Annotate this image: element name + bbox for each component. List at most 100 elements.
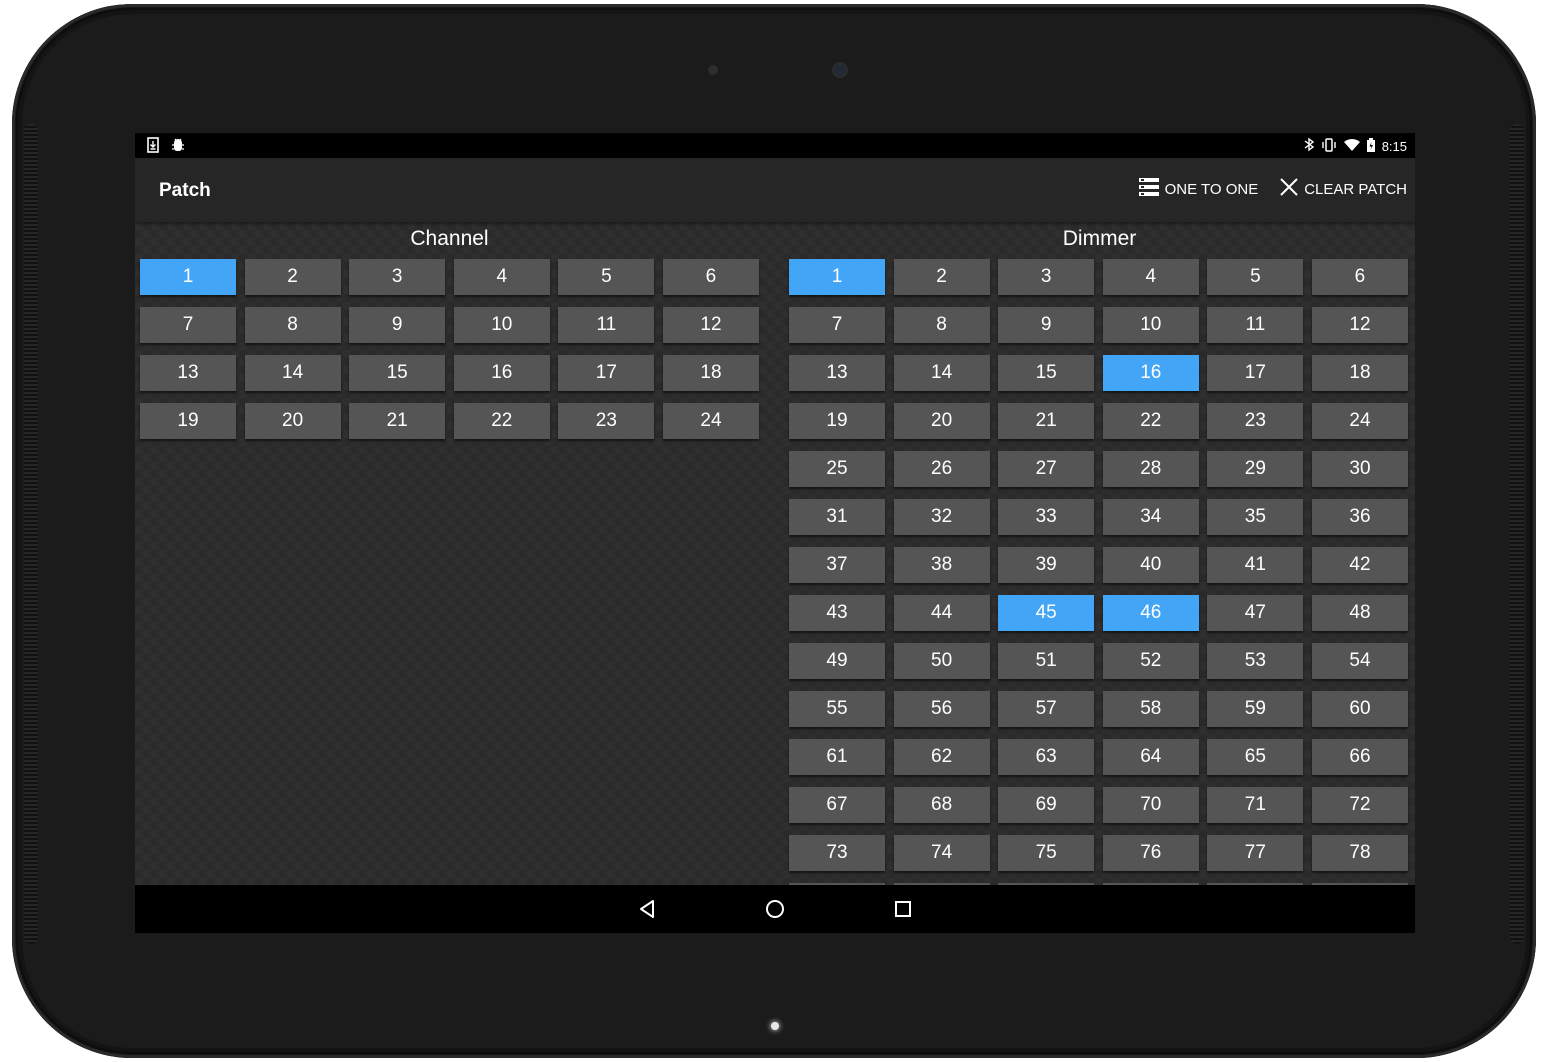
dimmer-button-53[interactable]: 53 bbox=[1207, 643, 1304, 679]
dimmer-button-43[interactable]: 43 bbox=[789, 595, 885, 631]
one-to-one-button[interactable]: ONE TO ONE bbox=[1138, 178, 1258, 200]
dimmer-button-6[interactable]: 6 bbox=[1311, 259, 1408, 295]
dimmer-button-40[interactable]: 40 bbox=[1102, 547, 1199, 583]
dimmer-button-3[interactable]: 3 bbox=[998, 259, 1095, 295]
dimmer-button-33[interactable]: 33 bbox=[998, 499, 1095, 535]
dimmer-button-41[interactable]: 41 bbox=[1207, 547, 1304, 583]
channel-button-12[interactable]: 12 bbox=[662, 307, 759, 343]
dimmer-button-75[interactable]: 75 bbox=[998, 835, 1095, 871]
dimmer-button-29[interactable]: 29 bbox=[1207, 451, 1304, 487]
dimmer-button-13[interactable]: 13 bbox=[789, 355, 885, 391]
dimmer-button-57[interactable]: 57 bbox=[998, 691, 1095, 727]
dimmer-button-22[interactable]: 22 bbox=[1102, 403, 1199, 439]
channel-button-11[interactable]: 11 bbox=[558, 307, 655, 343]
dimmer-button-52[interactable]: 52 bbox=[1102, 643, 1199, 679]
dimmer-button-55[interactable]: 55 bbox=[789, 691, 885, 727]
home-button[interactable] bbox=[763, 897, 787, 921]
dimmer-button-46[interactable]: 46 bbox=[1102, 595, 1199, 631]
dimmer-button-14[interactable]: 14 bbox=[893, 355, 990, 391]
dimmer-button-62[interactable]: 62 bbox=[893, 739, 990, 775]
channel-button-15[interactable]: 15 bbox=[349, 355, 446, 391]
dimmer-button-11[interactable]: 11 bbox=[1207, 307, 1304, 343]
channel-button-2[interactable]: 2 bbox=[244, 259, 341, 295]
clear-patch-button[interactable]: CLEAR PATCH bbox=[1280, 178, 1407, 200]
dimmer-button-21[interactable]: 21 bbox=[998, 403, 1095, 439]
dimmer-button-9[interactable]: 9 bbox=[998, 307, 1095, 343]
dimmer-button-49[interactable]: 49 bbox=[789, 643, 885, 679]
dimmer-button-48[interactable]: 48 bbox=[1311, 595, 1408, 631]
channel-button-14[interactable]: 14 bbox=[244, 355, 341, 391]
channel-button-21[interactable]: 21 bbox=[349, 403, 446, 439]
channel-button-3[interactable]: 3 bbox=[349, 259, 446, 295]
channel-button-23[interactable]: 23 bbox=[558, 403, 655, 439]
dimmer-button-65[interactable]: 65 bbox=[1207, 739, 1304, 775]
dimmer-button-18[interactable]: 18 bbox=[1311, 355, 1408, 391]
dimmer-button-16[interactable]: 16 bbox=[1102, 355, 1199, 391]
dimmer-button-56[interactable]: 56 bbox=[893, 691, 990, 727]
dimmer-button-78[interactable]: 78 bbox=[1311, 835, 1408, 871]
channel-button-1[interactable]: 1 bbox=[140, 259, 236, 295]
dimmer-button-68[interactable]: 68 bbox=[893, 787, 990, 823]
dimmer-button-60[interactable]: 60 bbox=[1311, 691, 1408, 727]
channel-button-13[interactable]: 13 bbox=[140, 355, 236, 391]
channel-button-5[interactable]: 5 bbox=[558, 259, 655, 295]
dimmer-button-50[interactable]: 50 bbox=[893, 643, 990, 679]
dimmer-button-34[interactable]: 34 bbox=[1102, 499, 1199, 535]
dimmer-button-26[interactable]: 26 bbox=[893, 451, 990, 487]
dimmer-button-44[interactable]: 44 bbox=[893, 595, 990, 631]
channel-button-16[interactable]: 16 bbox=[453, 355, 550, 391]
dimmer-button-69[interactable]: 69 bbox=[998, 787, 1095, 823]
dimmer-button-32[interactable]: 32 bbox=[893, 499, 990, 535]
channel-button-7[interactable]: 7 bbox=[140, 307, 236, 343]
dimmer-button-76[interactable]: 76 bbox=[1102, 835, 1199, 871]
channel-button-17[interactable]: 17 bbox=[558, 355, 655, 391]
dimmer-button-36[interactable]: 36 bbox=[1311, 499, 1408, 535]
dimmer-button-15[interactable]: 15 bbox=[998, 355, 1095, 391]
dimmer-button-4[interactable]: 4 bbox=[1102, 259, 1199, 295]
dimmer-button-23[interactable]: 23 bbox=[1207, 403, 1304, 439]
recents-button[interactable] bbox=[891, 897, 915, 921]
dimmer-button-63[interactable]: 63 bbox=[998, 739, 1095, 775]
dimmer-button-12[interactable]: 12 bbox=[1311, 307, 1408, 343]
back-button[interactable] bbox=[635, 897, 659, 921]
dimmer-button-66[interactable]: 66 bbox=[1311, 739, 1408, 775]
channel-button-6[interactable]: 6 bbox=[662, 259, 759, 295]
dimmer-button-5[interactable]: 5 bbox=[1207, 259, 1304, 295]
dimmer-button-8[interactable]: 8 bbox=[893, 307, 990, 343]
dimmer-button-73[interactable]: 73 bbox=[789, 835, 885, 871]
channel-button-9[interactable]: 9 bbox=[349, 307, 446, 343]
dimmer-button-37[interactable]: 37 bbox=[789, 547, 885, 583]
dimmer-button-61[interactable]: 61 bbox=[789, 739, 885, 775]
dimmer-button-47[interactable]: 47 bbox=[1207, 595, 1304, 631]
dimmer-button-39[interactable]: 39 bbox=[998, 547, 1095, 583]
channel-button-22[interactable]: 22 bbox=[453, 403, 550, 439]
dimmer-button-77[interactable]: 77 bbox=[1207, 835, 1304, 871]
dimmer-button-30[interactable]: 30 bbox=[1311, 451, 1408, 487]
dimmer-button-27[interactable]: 27 bbox=[998, 451, 1095, 487]
channel-button-24[interactable]: 24 bbox=[662, 403, 759, 439]
dimmer-button-45[interactable]: 45 bbox=[998, 595, 1095, 631]
dimmer-button-20[interactable]: 20 bbox=[893, 403, 990, 439]
dimmer-button-74[interactable]: 74 bbox=[893, 835, 990, 871]
dimmer-button-31[interactable]: 31 bbox=[789, 499, 885, 535]
channel-button-19[interactable]: 19 bbox=[140, 403, 236, 439]
dimmer-button-59[interactable]: 59 bbox=[1207, 691, 1304, 727]
dimmer-button-42[interactable]: 42 bbox=[1311, 547, 1408, 583]
dimmer-button-38[interactable]: 38 bbox=[893, 547, 990, 583]
dimmer-button-7[interactable]: 7 bbox=[789, 307, 885, 343]
channel-button-8[interactable]: 8 bbox=[244, 307, 341, 343]
channel-button-18[interactable]: 18 bbox=[662, 355, 759, 391]
dimmer-button-71[interactable]: 71 bbox=[1207, 787, 1304, 823]
dimmer-button-51[interactable]: 51 bbox=[998, 643, 1095, 679]
dimmer-button-10[interactable]: 10 bbox=[1102, 307, 1199, 343]
channel-button-10[interactable]: 10 bbox=[453, 307, 550, 343]
channel-button-20[interactable]: 20 bbox=[244, 403, 341, 439]
dimmer-button-28[interactable]: 28 bbox=[1102, 451, 1199, 487]
dimmer-button-17[interactable]: 17 bbox=[1207, 355, 1304, 391]
dimmer-button-67[interactable]: 67 bbox=[789, 787, 885, 823]
dimmer-button-25[interactable]: 25 bbox=[789, 451, 885, 487]
dimmer-button-58[interactable]: 58 bbox=[1102, 691, 1199, 727]
dimmer-button-70[interactable]: 70 bbox=[1102, 787, 1199, 823]
dimmer-button-72[interactable]: 72 bbox=[1311, 787, 1408, 823]
dimmer-button-64[interactable]: 64 bbox=[1102, 739, 1199, 775]
